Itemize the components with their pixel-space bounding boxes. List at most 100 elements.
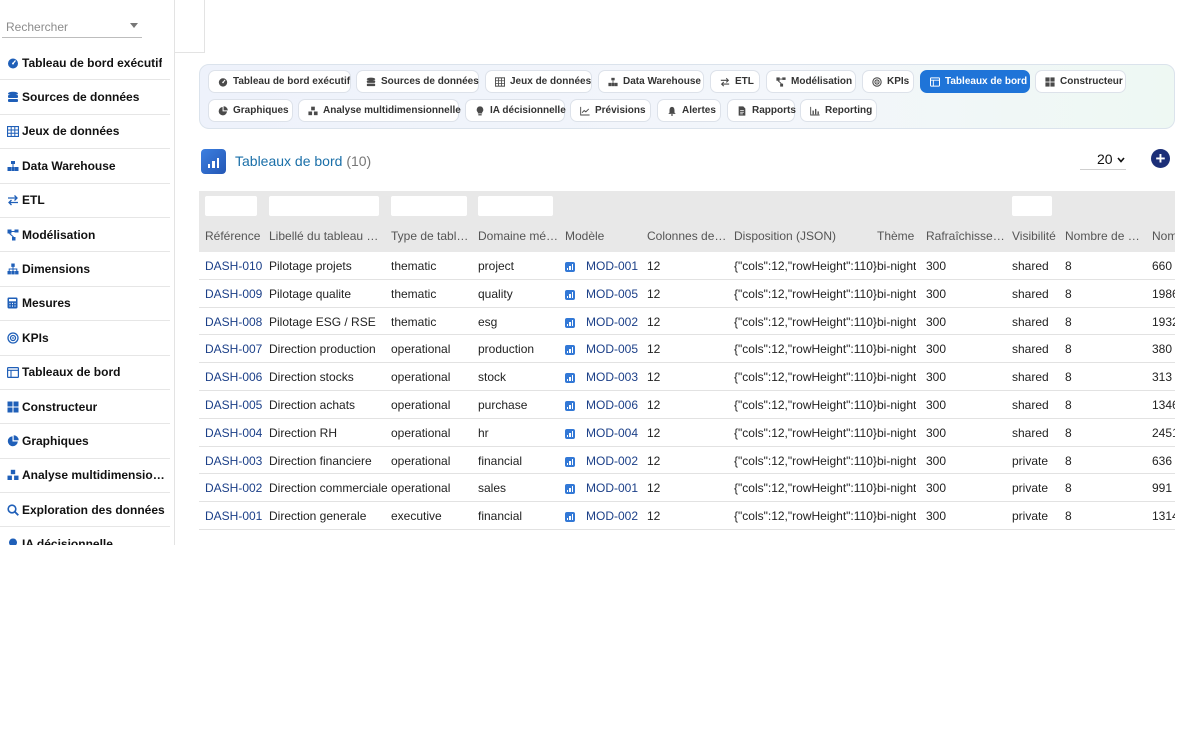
reference-link[interactable]: DASH-009	[205, 287, 262, 301]
model-link[interactable]: MOD-004	[586, 426, 638, 440]
sidebar-item-analyse-multidimensionnelle[interactable]: Analyse multidimensionnelle	[0, 459, 170, 494]
table-cell: 12	[647, 453, 661, 468]
chart-icon	[810, 106, 820, 116]
search-select[interactable]: Rechercher	[2, 16, 142, 38]
table-cell: {"cols":12,"rowHeight":110}	[734, 370, 877, 385]
column-filter-input[interactable]	[1012, 196, 1052, 216]
sidebar-item-mesures[interactable]: Mesures	[0, 287, 170, 322]
model-link[interactable]: MOD-001	[586, 481, 638, 495]
tab-previsions[interactable]: Prévisions	[570, 99, 651, 122]
table-cell: financial	[478, 509, 523, 524]
sidebar-item-kpis[interactable]: KPIs	[0, 321, 170, 356]
model-link[interactable]: MOD-003	[586, 370, 638, 384]
sidebar-item-graphiques[interactable]: Graphiques	[0, 424, 170, 459]
add-dashboard-button[interactable]: +	[1151, 149, 1170, 168]
table-cell: 991	[1152, 481, 1173, 496]
tab-label: Data Warehouse	[623, 76, 701, 87]
table-cell: stock	[478, 370, 507, 385]
sidebar-item-etl[interactable]: ETL	[0, 184, 170, 218]
model-link[interactable]: MOD-002	[586, 315, 638, 329]
sidebar-item-sources-de-donnees[interactable]: Sources de données	[0, 80, 170, 115]
column-header[interactable]: Thème	[877, 229, 914, 243]
table-row[interactable]: DASH-003 Direction financiere operational f…	[199, 447, 1175, 475]
reference-link[interactable]: DASH-002	[205, 481, 262, 495]
column-header[interactable]: Visibilité	[1012, 229, 1056, 243]
tab-data-warehouse[interactable]: Data Warehouse	[598, 70, 704, 93]
table-row[interactable]: DASH-001 Direction generale executive finan…	[199, 502, 1175, 530]
model-link[interactable]: MOD-002	[586, 454, 638, 468]
sidebar-item-modelisation[interactable]: Modélisation	[0, 218, 170, 253]
reference-link[interactable]: DASH-007	[205, 342, 262, 356]
sidebar-item-jeux-de-donnees[interactable]: Jeux de données	[0, 115, 170, 150]
table-row[interactable]: DASH-006 Direction stocks operational stock…	[199, 363, 1175, 391]
tab-alertes[interactable]: Alertes	[657, 99, 721, 122]
model-link[interactable]: MOD-006	[586, 398, 638, 412]
reference-link[interactable]: DASH-006	[205, 370, 262, 384]
table-row[interactable]: DASH-007 Direction production operational p…	[199, 335, 1175, 364]
table-row[interactable]: DASH-005 Direction achats operational purch…	[199, 391, 1175, 419]
table-cell: 300	[926, 314, 947, 329]
reference-link[interactable]: DASH-004	[205, 426, 262, 440]
sidebar-item-exploration-des-donnees[interactable]: Exploration des données	[0, 493, 170, 528]
reference-link[interactable]: DASH-005	[205, 398, 262, 412]
column-header[interactable]: Type de tableau	[391, 229, 473, 243]
column-header[interactable]: Colonnes de grille	[647, 229, 729, 243]
reference-link[interactable]: DASH-003	[205, 454, 262, 468]
tab-label: Rapports	[752, 105, 796, 116]
tab-kpis[interactable]: KPIs	[862, 70, 914, 93]
table-cell: {"cols":12,"rowHeight":110}	[734, 314, 877, 329]
tab-etl[interactable]: ETL	[710, 70, 760, 93]
tab-rapports[interactable]: Rapports	[727, 99, 796, 122]
model-link[interactable]: MOD-002	[586, 509, 638, 523]
sidebar-item-tableaux-de-bord[interactable]: Tableaux de bord	[0, 356, 170, 390]
table-cell: 300	[926, 286, 947, 301]
reference-link[interactable]: DASH-001	[205, 509, 262, 523]
table-cell: 8	[1065, 259, 1072, 273]
tab-sources-de-donnees[interactable]: Sources de données	[356, 70, 479, 93]
sidebar-item-data-warehouse[interactable]: Data Warehouse	[0, 149, 170, 184]
column-header[interactable]: Domaine métier	[478, 229, 560, 243]
model-link[interactable]: MOD-005	[586, 287, 638, 301]
table-cell: bi-night	[877, 342, 917, 357]
sidebar-item-tableau-de-bord-executif[interactable]: Tableau de bord exécutif	[0, 46, 170, 81]
tab-reporting[interactable]: Reporting	[800, 99, 877, 122]
table-row[interactable]: DASH-008 Pilotage ESG / RSE thematic esg MOD…	[199, 308, 1175, 336]
model-link[interactable]: MOD-005	[586, 342, 638, 356]
table-row[interactable]: DASH-004 Direction RH operational hr MOD-004…	[199, 419, 1175, 447]
table-row[interactable]: DASH-009 Pilotage qualite thematic quality M…	[199, 280, 1175, 308]
column-header[interactable]: Modèle	[565, 229, 604, 243]
caret-down-icon[interactable]	[130, 23, 138, 28]
tab-constructeur[interactable]: Constructeur	[1035, 70, 1126, 93]
table-cell: Direction production	[269, 342, 376, 357]
bell-icon	[667, 106, 677, 116]
tab-analyse-multidimensionnelle[interactable]: Analyse multidimensionnelle	[298, 99, 461, 122]
tab-jeux-de-donnees[interactable]: Jeux de données	[485, 70, 592, 93]
column-header[interactable]: Disposition (JSON)	[734, 229, 836, 243]
column-filter-input[interactable]	[205, 196, 257, 216]
tab-tableaux-de-bord[interactable]: Tableaux de bord	[920, 70, 1030, 93]
column-filter-input[interactable]	[269, 196, 379, 216]
model-link[interactable]: MOD-001	[586, 259, 638, 273]
table-cell: 8	[1065, 425, 1072, 440]
table-cell: 300	[926, 370, 947, 385]
column-header[interactable]: Nombre de vues	[1152, 229, 1175, 243]
table-row[interactable]: DASH-010 Pilotage projets thematic project M…	[199, 252, 1175, 280]
column-filter-input[interactable]	[391, 196, 467, 216]
column-header[interactable]: Nombre de widgets	[1065, 229, 1147, 243]
sidebar-item-dimensions[interactable]: Dimensions	[0, 252, 170, 287]
sidebar-item-ia-decisionnelle[interactable]: IA décisionnelle	[0, 527, 170, 545]
tab-graphiques[interactable]: Graphiques	[208, 99, 293, 122]
reference-link[interactable]: DASH-010	[205, 259, 262, 273]
table-cell: 8	[1065, 453, 1072, 468]
column-filter-input[interactable]	[478, 196, 553, 216]
tab-ia-decisionnelle[interactable]: IA décisionnelle	[465, 99, 566, 122]
reference-link[interactable]: DASH-008	[205, 315, 262, 329]
column-header[interactable]: Libellé du tableau de bord	[269, 229, 381, 243]
tab-modelisation[interactable]: Modélisation	[766, 70, 856, 93]
table-row[interactable]: DASH-002 Direction commerciale operational…	[199, 474, 1175, 503]
column-header[interactable]: Rafraîchissement	[926, 229, 1008, 243]
column-header[interactable]: Référence	[205, 229, 260, 243]
sidebar-item-constructeur[interactable]: Constructeur	[0, 390, 170, 425]
page-size-select[interactable]: 20	[1080, 149, 1126, 170]
tab-tableau-de-bord-executif[interactable]: Tableau de bord exécutif	[208, 70, 351, 93]
